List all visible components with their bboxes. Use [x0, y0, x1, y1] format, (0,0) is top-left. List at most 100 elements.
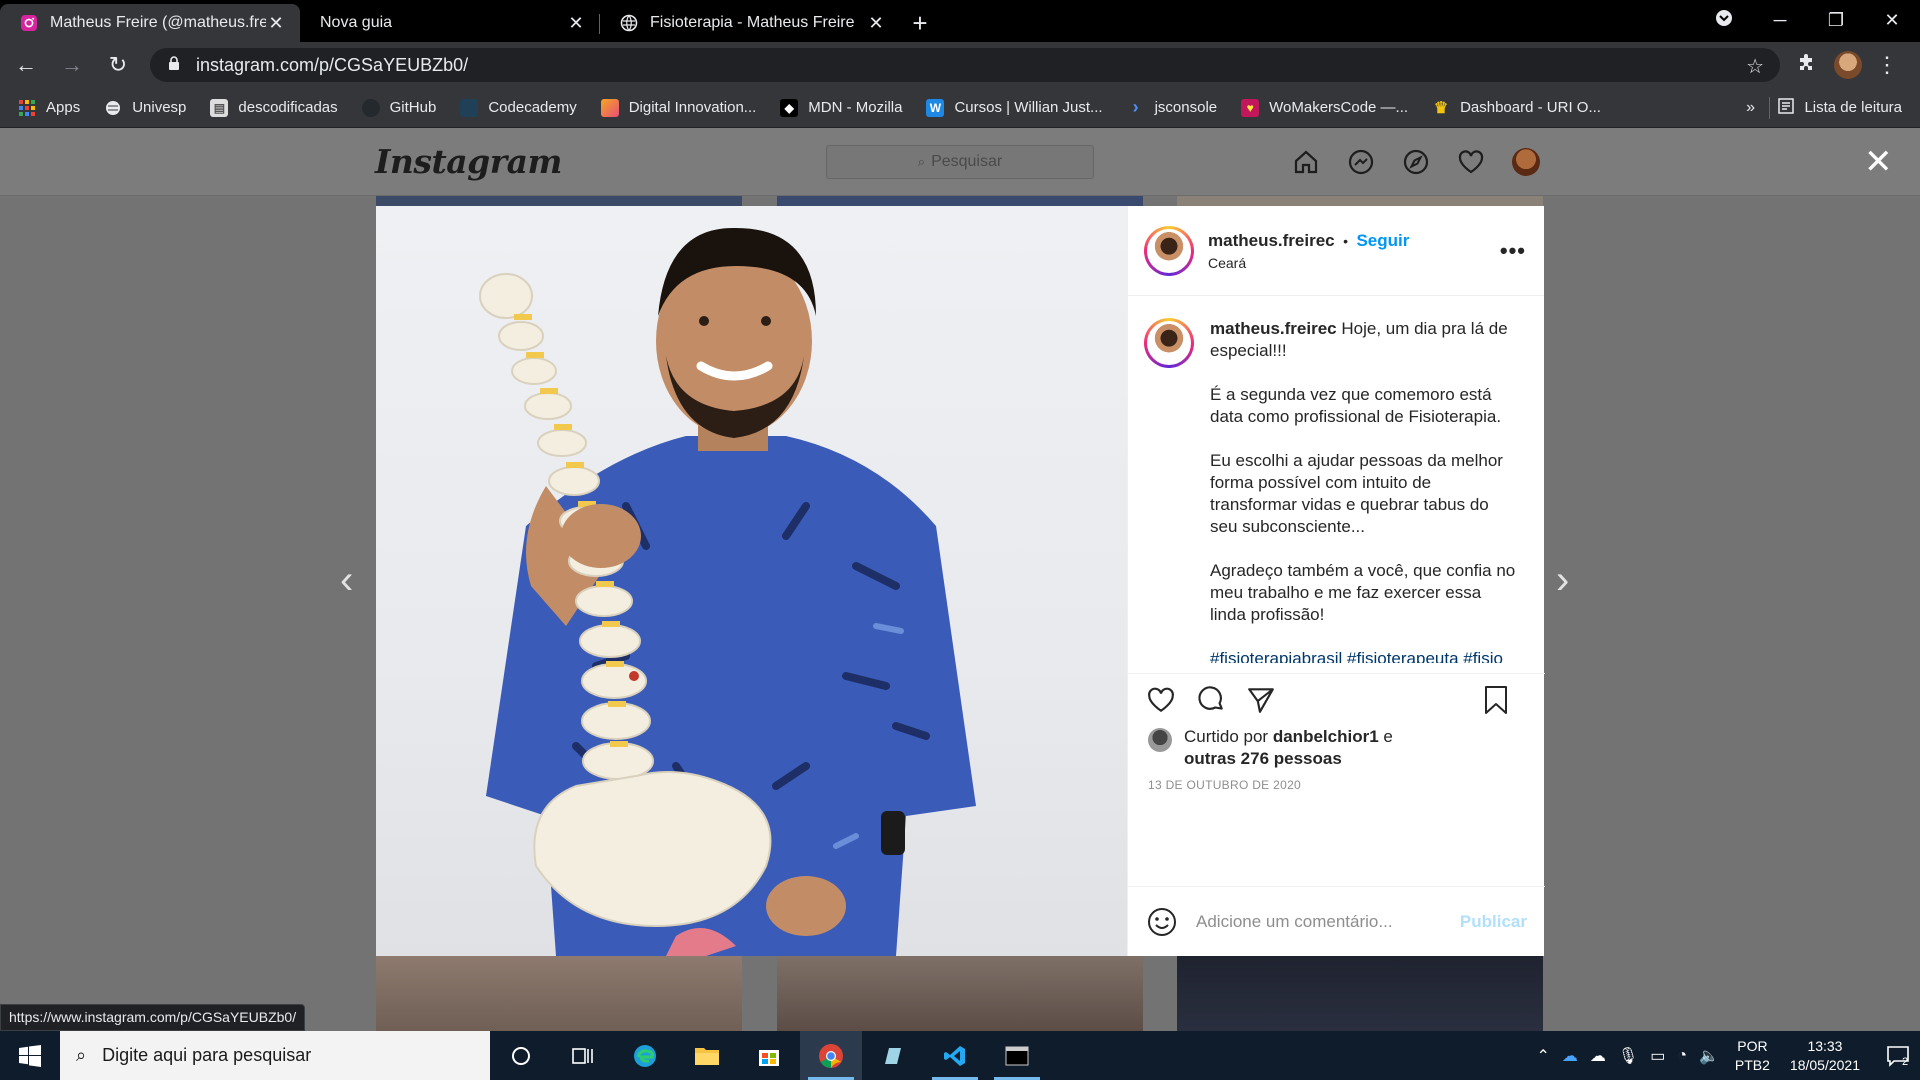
terminal-icon[interactable]: [986, 1031, 1048, 1080]
new-tab-button[interactable]: +: [900, 4, 940, 42]
bookmark-descodificadas[interactable]: ▤ descodificadas: [210, 98, 338, 117]
task-view-icon[interactable]: [552, 1031, 614, 1080]
bookmark-github[interactable]: GitHub: [361, 98, 436, 117]
restore-button[interactable]: ❐: [1808, 10, 1864, 31]
grid-thumbnail[interactable]: [777, 196, 1143, 206]
comment-input[interactable]: Adicione um comentário...: [1196, 912, 1460, 932]
volume-icon[interactable]: 🔈: [1699, 1046, 1719, 1066]
tab-search-icon[interactable]: [1696, 9, 1752, 32]
cloud-sync-icon[interactable]: ☁: [1590, 1046, 1606, 1066]
bookmark-jsconsole[interactable]: › jsconsole: [1127, 97, 1218, 117]
post-sidebar: matheus.freirec • Seguir Ceará ••• mathe…: [1127, 206, 1545, 956]
chrome-menu-icon[interactable]: ⋮: [1876, 52, 1898, 78]
bookmark-apps[interactable]: Apps: [18, 99, 80, 117]
post-location[interactable]: Ceará: [1208, 255, 1409, 271]
avatar: [1147, 321, 1191, 365]
edge-icon[interactable]: [614, 1031, 676, 1080]
caption-username[interactable]: matheus.freirec: [1210, 319, 1337, 338]
like-heart-icon[interactable]: [1144, 683, 1178, 717]
tab-new[interactable]: Nova guia ✕: [300, 4, 600, 42]
extensions-puzzle-icon[interactable]: [1788, 52, 1824, 78]
back-button[interactable]: ←: [6, 47, 46, 83]
address-bar[interactable]: instagram.com/p/CGSaYEUBZb0/ ☆: [150, 48, 1780, 82]
bookmark-dio[interactable]: Digital Innovation...: [600, 98, 756, 117]
bookmark-womakers[interactable]: ♥ WoMakersCode —...: [1241, 98, 1408, 117]
bookmark-uri[interactable]: ♛ Dashboard - URI O...: [1432, 99, 1601, 117]
onedrive-error-icon[interactable]: ☁: [1562, 1046, 1578, 1066]
post-photo[interactable]: [376, 206, 1127, 956]
system-tray: ⌃ ☁ ☁ 🎙 ▭ ◔ 🔈 POR PTB2 13:33 18/05/2021 …: [1530, 1031, 1920, 1080]
explore-compass-icon[interactable]: [1400, 146, 1432, 178]
input-language-indicator[interactable]: POR PTB2: [1735, 1037, 1770, 1075]
author-username[interactable]: matheus.freirec: [1208, 231, 1335, 250]
mdn-icon: ◆: [780, 98, 799, 117]
action-center-icon[interactable]: 2: [1874, 1044, 1920, 1068]
store-icon[interactable]: [738, 1031, 800, 1080]
bookmark-label: jsconsole: [1154, 99, 1218, 116]
share-send-icon[interactable]: [1244, 683, 1278, 717]
reload-button[interactable]: ↻: [98, 47, 138, 83]
w-icon: W: [926, 98, 945, 117]
liker-avatar[interactable]: [1148, 728, 1172, 752]
home-icon[interactable]: [1290, 146, 1322, 178]
microphone-icon[interactable]: 🎙: [1618, 1046, 1638, 1066]
bookmark-codecademy[interactable]: Codecademy: [460, 98, 577, 117]
comment-bubble-icon[interactable]: [1194, 683, 1228, 717]
close-tab-icon[interactable]: ✕: [566, 13, 586, 34]
grid-thumbnail[interactable]: [376, 196, 742, 206]
instagram-search-input[interactable]: ⌕ Pesquisar: [826, 145, 1094, 179]
battery-icon[interactable]: ▭: [1650, 1046, 1665, 1066]
taskbar-clock[interactable]: 13:33 18/05/2021: [1790, 1037, 1860, 1075]
author-avatar[interactable]: [1144, 225, 1194, 276]
next-post-arrow[interactable]: ›: [1556, 558, 1569, 603]
liked-by-user[interactable]: danbelchior1: [1273, 727, 1379, 746]
caption-hashtags[interactable]: #fisioterapiabrasil #fisioterapeuta #fis…: [1210, 648, 1520, 663]
liked-others[interactable]: outras 276 pessoas: [1184, 749, 1342, 768]
bookmark-willian[interactable]: W Cursos | Willian Just...: [926, 98, 1103, 117]
close-modal-icon[interactable]: ✕: [1864, 145, 1893, 179]
close-tab-icon[interactable]: ✕: [266, 13, 286, 34]
grid-thumbnail[interactable]: [376, 956, 742, 1031]
tab-instagram[interactable]: Matheus Freire (@matheus.freirec) ✕: [0, 4, 300, 42]
chrome-taskbar-icon[interactable]: [800, 1031, 862, 1080]
close-window-button[interactable]: ✕: [1864, 10, 1920, 31]
grid-thumbnail[interactable]: [1177, 956, 1543, 1031]
bookmarks-bar: Apps Univesp ▤ descodificadas GitHub Cod…: [0, 88, 1920, 128]
profile-avatar[interactable]: [1510, 146, 1542, 178]
post-actions-area: Curtido por danbelchior1 e outras 276 pe…: [1128, 673, 1545, 792]
reading-list-button[interactable]: Lista de leitura: [1778, 97, 1902, 118]
caption-avatar[interactable]: [1144, 318, 1194, 368]
lock-icon: [168, 55, 182, 76]
activity-heart-icon[interactable]: [1455, 146, 1487, 178]
emoji-smiley-icon[interactable]: [1146, 906, 1178, 938]
tab-fisioterapia[interactable]: Fisioterapia - Matheus Freire ✕: [600, 4, 900, 42]
bookmark-univesp[interactable]: Univesp: [104, 99, 186, 117]
cortana-icon[interactable]: [490, 1031, 552, 1080]
show-hidden-icons-chevron-icon[interactable]: ⌃: [1536, 1046, 1549, 1066]
forward-button[interactable]: →: [52, 47, 92, 83]
instagram-logo[interactable]: Instagram: [375, 142, 562, 181]
taskbar-search-input[interactable]: ⌕ Digite aqui para pesquisar: [60, 1031, 490, 1080]
windows-start-icon[interactable]: [0, 1031, 60, 1080]
previous-post-arrow[interactable]: ‹: [340, 558, 353, 603]
wifi-icon[interactable]: ◔: [1677, 1047, 1687, 1065]
notes-app-icon[interactable]: [862, 1031, 924, 1080]
bookmark-mdn[interactable]: ◆ MDN - Mozilla: [780, 98, 902, 117]
grid-thumbnail[interactable]: [777, 956, 1143, 1031]
close-tab-icon[interactable]: ✕: [866, 13, 886, 34]
lang-line2: PTB2: [1734, 1056, 1770, 1073]
chrome-profile-avatar[interactable]: [1834, 51, 1862, 79]
more-bookmarks-button[interactable]: »: [1746, 99, 1755, 117]
vscode-icon[interactable]: [924, 1031, 986, 1080]
bookmark-star-icon[interactable]: ☆: [1746, 54, 1764, 79]
follow-button[interactable]: Seguir: [1356, 231, 1409, 250]
minimize-button[interactable]: ─: [1752, 10, 1808, 31]
messenger-icon[interactable]: [1345, 146, 1377, 178]
file-explorer-icon[interactable]: [676, 1031, 738, 1080]
reading-list-icon: [1778, 97, 1795, 118]
publish-button[interactable]: Publicar: [1460, 912, 1527, 932]
more-options-icon[interactable]: •••: [1500, 238, 1526, 264]
save-bookmark-icon[interactable]: [1479, 683, 1513, 717]
grid-thumbnail[interactable]: [1177, 196, 1543, 206]
post-date[interactable]: 13 DE OUTUBRO DE 2020: [1128, 778, 1545, 792]
